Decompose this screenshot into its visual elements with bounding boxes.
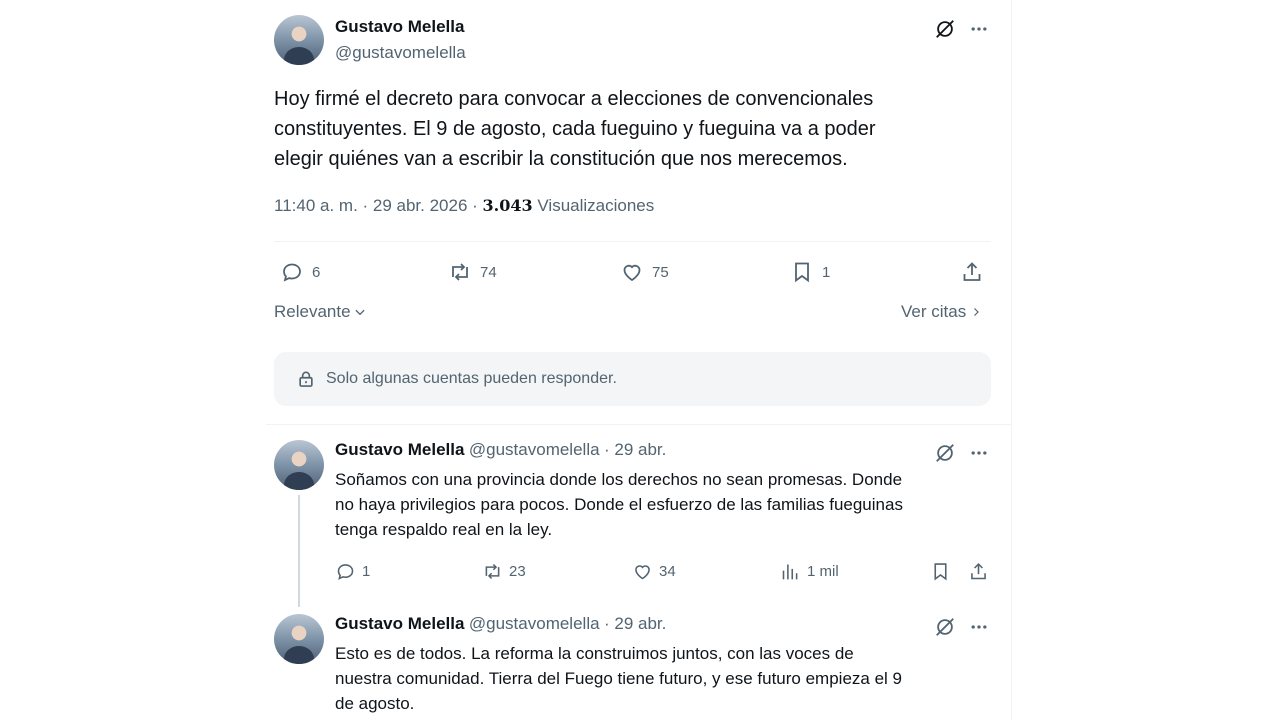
reply-button[interactable]: 1 <box>335 561 370 582</box>
reply-author-name[interactable]: Gustavo Melella <box>335 440 464 459</box>
views-count: 3.043 <box>482 196 533 215</box>
quotes-link[interactable]: Ver citas <box>901 302 982 322</box>
bookmark-icon <box>934 563 947 581</box>
share-icon <box>963 262 981 281</box>
reply-text: Soñamos con una provincia donde los dere… <box>335 467 985 542</box>
author-avatar[interactable] <box>274 15 324 65</box>
reply-text-line: no haya privilegios para pocos. Donde el… <box>335 495 903 514</box>
reply-text-line: Soñamos con una provincia donde los dere… <box>335 470 903 489</box>
repost-icon <box>452 263 468 281</box>
post-text-line: Hoy firmé el decreto para convocar a ele… <box>274 88 874 110</box>
like-count: 75 <box>652 263 669 281</box>
reply-button[interactable]: 6 <box>280 260 320 284</box>
repost-button[interactable]: 23 <box>482 561 526 582</box>
views-button[interactable]: 1 mil <box>780 561 839 582</box>
heart-icon <box>635 565 650 580</box>
post-text-line: elegir quiénes van a escribir la constit… <box>274 148 848 170</box>
quotes-label: Ver citas <box>901 302 967 321</box>
bookmark-icon <box>795 262 809 283</box>
author-name[interactable]: Gustavo Melella <box>335 17 464 37</box>
like-button[interactable]: 75 <box>620 260 669 284</box>
grok-icon[interactable] <box>932 440 958 466</box>
author-handle[interactable]: @gustavomelella <box>335 43 466 63</box>
reply-restriction-notice: Solo algunas cuentas pueden responder. <box>274 352 991 406</box>
divider <box>266 424 1012 425</box>
post-text-line: constituyentes. El 9 de agosto, cada fue… <box>274 118 876 140</box>
lock-icon <box>299 371 313 387</box>
chevron-down-icon <box>355 309 365 316</box>
bookmark-button[interactable]: 1 <box>790 260 830 284</box>
divider <box>274 241 991 242</box>
repost-count: 23 <box>509 563 526 580</box>
bookmark-count: 1 <box>822 263 831 281</box>
repost-count: 74 <box>480 263 497 281</box>
bookmark-button[interactable] <box>930 561 951 582</box>
reply-author-handle[interactable]: @gustavomelella <box>469 440 600 459</box>
reply-avatar[interactable] <box>274 440 324 490</box>
reply-text-line: de agosto. <box>335 694 415 713</box>
reply-icon <box>337 564 354 580</box>
views-label: Visualizaciones <box>532 196 655 215</box>
reply-text: Esto es de todos. La reforma la construi… <box>335 641 985 716</box>
more-icon[interactable] <box>966 440 992 466</box>
reply-count: 6 <box>312 263 321 281</box>
reply-header: Gustavo Melella @gustavomelella · 29 abr… <box>335 440 666 460</box>
sort-label: Relevante <box>274 302 351 321</box>
repost-button[interactable]: 74 <box>448 260 497 284</box>
grok-icon[interactable] <box>932 614 958 640</box>
post-text: Hoy firmé el decreto para convocar a ele… <box>274 84 974 174</box>
post-meta: 11:40 a. m. · 29 abr. 2026 · 3.043 Visua… <box>274 196 654 216</box>
reply-text-line: nuestra comunidad. Tierra del Fuego tien… <box>335 669 902 688</box>
post-timestamp[interactable]: 11:40 a. m. · 29 abr. 2026 · <box>274 196 483 215</box>
share-button[interactable] <box>960 260 984 284</box>
like-button[interactable]: 34 <box>632 561 676 582</box>
like-count: 34 <box>659 563 676 580</box>
more-icon[interactable] <box>966 614 992 640</box>
views-count: 1 mil <box>807 563 839 580</box>
reply-count: 1 <box>362 563 371 580</box>
post-column: Gustavo Melella @gustavomelella Hoy firm… <box>258 0 1012 720</box>
more-icon[interactable] <box>966 16 992 42</box>
notice-text: Solo algunas cuentas pueden responder. <box>326 370 617 387</box>
reply-author-name[interactable]: Gustavo Melella <box>335 614 464 633</box>
reply-date[interactable]: · 29 abr. <box>604 440 666 459</box>
share-icon <box>971 562 986 580</box>
reply-text-line: tenga respaldo real en la ley. <box>335 520 553 539</box>
chevron-right-icon <box>974 308 980 316</box>
reply-avatar[interactable] <box>274 614 324 664</box>
grok-icon[interactable] <box>932 16 958 42</box>
heart-icon <box>623 264 641 282</box>
repost-icon <box>485 563 500 580</box>
sort-dropdown[interactable]: Relevante <box>274 302 367 322</box>
reply-date[interactable]: · 29 abr. <box>604 614 666 633</box>
share-button[interactable] <box>968 561 989 582</box>
reply-author-handle[interactable]: @gustavomelella <box>469 614 600 633</box>
thread-line <box>298 495 300 607</box>
reply-text-line: Esto es de todos. La reforma la construi… <box>335 644 854 663</box>
reply-icon <box>283 263 301 282</box>
reply-header: Gustavo Melella @gustavomelella · 29 abr… <box>335 614 666 634</box>
views-icon <box>782 564 798 580</box>
